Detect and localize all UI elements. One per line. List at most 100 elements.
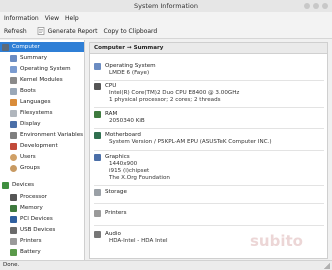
resize-grip[interactable] — [324, 263, 330, 269]
sidebar-item-processor[interactable]: Processor — [10, 192, 47, 202]
report-icon — [37, 27, 44, 35]
menu-bar: Information View Help — [0, 12, 332, 24]
battery-icon — [10, 248, 17, 256]
sidebar-item-groups[interactable]: Groups — [10, 163, 40, 173]
memory-icon — [10, 204, 17, 212]
sidebar-item-filesystems[interactable]: Filesystems — [10, 108, 53, 118]
sidebar-label-operating-system: Operating System — [20, 66, 71, 72]
audio-icon — [94, 231, 101, 238]
sidebar-label-languages: Languages — [20, 99, 51, 105]
cpu-group: CPU Intel(R) Core(TM)2 Duo CPU E8400 @ 3… — [105, 83, 239, 104]
minimize-icon[interactable] — [304, 3, 310, 9]
sidebar-item-operating-system[interactable]: Operating System — [10, 64, 71, 74]
sidebar-item-display[interactable]: Display — [10, 119, 41, 129]
operating-system-icon — [10, 65, 17, 73]
divider — [94, 185, 324, 186]
motherboard-title: Motherboard — [105, 132, 141, 138]
status-bar: Done. — [0, 260, 332, 270]
cpu-title: CPU — [105, 83, 117, 89]
graphics-vendor: The X.Org Foundation — [109, 175, 170, 181]
printer-icon — [94, 210, 101, 217]
sidebar-item-computer[interactable]: Computer — [0, 42, 84, 52]
printers-title: Printers — [105, 210, 127, 216]
sidebar-label-devices: Devices — [12, 182, 35, 188]
menu-view[interactable]: View — [45, 15, 59, 22]
groups-icon — [10, 164, 17, 172]
audio-value: HDA-Intel - HDA Intel — [109, 238, 168, 244]
display-icon — [10, 120, 17, 128]
motherboard-icon — [94, 132, 101, 139]
window-titlebar: System Information — [0, 0, 332, 12]
refresh-button[interactable]: Refresh — [4, 28, 27, 35]
printers-group: Printers — [105, 210, 127, 217]
divider — [94, 203, 324, 204]
sidebar-label-filesystems: Filesystems — [20, 110, 53, 116]
sidebar-label-development: Development — [20, 143, 58, 149]
storage-icon — [94, 189, 101, 196]
maximize-icon[interactable] — [313, 3, 319, 9]
motherboard-value: System Version / P5KPL-AM EPU (ASUSTeK C… — [109, 139, 272, 145]
sidebar-item-boots[interactable]: Boots — [10, 86, 36, 96]
sidebar-item-languages[interactable]: Languages — [10, 97, 51, 107]
processor-icon — [10, 193, 17, 201]
environment-variables-icon — [10, 131, 17, 139]
generate-report-button[interactable]: Generate Report — [37, 27, 98, 35]
sidebar-item-printers[interactable]: Printers — [10, 236, 42, 246]
sidebar-label-usb-devices: USB Devices — [20, 227, 56, 233]
sidebar-item-battery[interactable]: Battery — [10, 247, 41, 257]
sidebar-item-memory[interactable]: Memory — [10, 203, 43, 213]
sidebar-label-computer: Computer — [12, 44, 40, 50]
summary-panel: Computer → Summary Operating System LMDE… — [89, 42, 328, 259]
operating-system-title: Operating System — [105, 63, 156, 69]
sidebar-label-groups: Groups — [20, 165, 40, 171]
sidebar-label-memory: Memory — [20, 205, 43, 211]
cpu-model: Intel(R) Core(TM)2 Duo CPU E8400 @ 3.00G… — [109, 90, 240, 96]
storage-title: Storage — [105, 189, 127, 195]
sidebar-label-boots: Boots — [20, 88, 36, 94]
devices-icon — [2, 181, 9, 189]
sidebar-item-users[interactable]: Users — [10, 152, 36, 162]
ram-icon — [94, 111, 101, 118]
usb-devices-icon — [10, 226, 17, 234]
sidebar-item-devices[interactable]: Devices — [2, 180, 34, 190]
status-text: Done. — [3, 262, 20, 268]
divider — [94, 107, 324, 108]
toolbar: Refresh Generate Report Copy to Clipboar… — [0, 24, 332, 39]
sidebar-item-summary[interactable]: Summary — [10, 53, 47, 63]
sidebar-label-printers: Printers — [20, 238, 42, 244]
graphics-group: Graphics 1440x900 i915 (i)chipset The X.… — [105, 154, 170, 182]
close-icon[interactable] — [322, 3, 328, 9]
graphics-chipset: i915 (i)chipset — [109, 168, 150, 174]
sidebar-label-processor: Processor — [20, 194, 47, 200]
sidebar-label-pci-devices: PCI Devices — [20, 216, 53, 222]
menu-help[interactable]: Help — [65, 15, 79, 22]
menu-information[interactable]: Information — [4, 15, 39, 22]
copy-to-clipboard-button[interactable]: Copy to Clipboard — [104, 28, 158, 35]
cpu-cores: 1 physical processor; 2 cores; 2 threads — [109, 97, 221, 103]
filesystems-icon — [10, 109, 17, 117]
refresh-label: Refresh — [4, 27, 27, 35]
operating-system-icon — [94, 63, 101, 70]
copy-to-clipboard-label: Copy to Clipboard — [103, 27, 158, 35]
printer-icon — [10, 237, 17, 245]
audio-group: Audio HDA-Intel - HDA Intel — [105, 231, 168, 245]
kernel-modules-icon — [10, 76, 17, 84]
audio-title: Audio — [105, 231, 121, 237]
sidebar-label-kernel-modules: Kernel Modules — [20, 77, 63, 83]
watermark-logo: subito — [250, 232, 303, 250]
pci-devices-icon — [10, 215, 17, 223]
sidebar-item-pci-devices[interactable]: PCI Devices — [10, 214, 53, 224]
users-icon — [10, 153, 17, 161]
sidebar-item-environment-variables[interactable]: Environment Variables — [10, 130, 83, 140]
sidebar-item-usb-devices[interactable]: USB Devices — [10, 225, 55, 235]
divider — [94, 80, 324, 81]
boots-icon — [10, 87, 17, 95]
computer-icon — [2, 43, 9, 51]
ram-group: RAM 2050340 KiB — [105, 111, 145, 125]
window-title: System Information — [134, 2, 198, 10]
panel-heading: Computer → Summary — [90, 43, 327, 54]
sidebar-item-kernel-modules[interactable]: Kernel Modules — [10, 75, 63, 85]
cpu-icon — [94, 83, 101, 90]
ram-title: RAM — [105, 111, 118, 117]
sidebar-item-development[interactable]: Development — [10, 141, 58, 151]
